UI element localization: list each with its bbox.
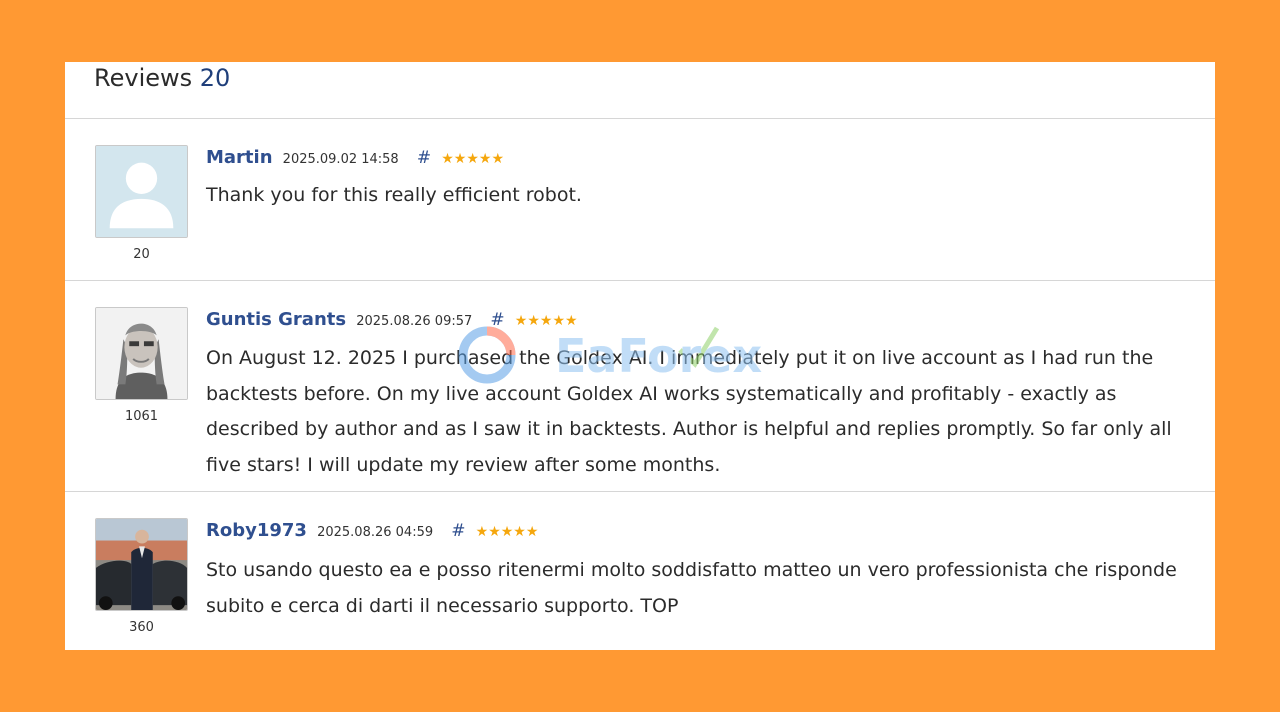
- author-link[interactable]: Roby1973: [206, 520, 307, 541]
- rating-stars: ★★★★★: [441, 151, 504, 167]
- review-item: 1061 Guntis Grants 2025.08.26 09:57 # ★★…: [65, 281, 1215, 492]
- permalink-hash[interactable]: #: [417, 148, 431, 168]
- review-meta: Guntis Grants 2025.08.26 09:57 # ★★★★★: [206, 309, 578, 330]
- rating-stars: ★★★★★: [475, 524, 539, 540]
- rating-stars: ★★★★★: [514, 313, 578, 329]
- reviews-title: Reviews 20: [94, 62, 230, 94]
- review-meta: Roby1973 2025.08.26 04:59 # ★★★★★: [206, 520, 538, 541]
- reviews-header: Reviews 20: [65, 62, 1215, 119]
- permalink-hash[interactable]: #: [451, 521, 465, 541]
- user-photo: [96, 519, 187, 610]
- review-item: 20 Martin 2025.09.02 14:58 # ★★★★★ Thank…: [65, 119, 1215, 281]
- avatar[interactable]: [95, 307, 188, 400]
- review-text: On August 12. 2025 I purchased the Golde…: [206, 347, 1172, 476]
- review-date: 2025.09.02 14:58: [282, 152, 399, 167]
- avatar-count: 360: [129, 620, 154, 635]
- reviews-title-label: Reviews: [94, 64, 193, 92]
- avatar-count: 20: [133, 247, 150, 262]
- review-text: Sto usando questo ea e posso ritenermi m…: [206, 559, 1177, 617]
- user-photo: [96, 308, 187, 399]
- permalink-hash[interactable]: #: [490, 310, 504, 330]
- default-user-icon: [96, 146, 187, 237]
- review-item: 360 Roby1973 2025.08.26 04:59 # ★★★★★ St…: [65, 492, 1215, 650]
- author-link[interactable]: Guntis Grants: [206, 309, 346, 330]
- avatar[interactable]: [95, 518, 188, 611]
- author-link[interactable]: Martin: [206, 147, 273, 168]
- reviews-count: 20: [199, 64, 231, 92]
- review-text: Thank you for this really efficient robo…: [206, 184, 582, 206]
- reviews-panel: Reviews 20 20 Martin 2025.09.02 14:58 # …: [65, 62, 1215, 650]
- review-date: 2025.08.26 09:57: [356, 314, 473, 329]
- avatar-count: 1061: [124, 409, 159, 424]
- review-meta: Martin 2025.09.02 14:58 # ★★★★★: [206, 147, 504, 168]
- avatar[interactable]: [95, 145, 188, 238]
- review-date: 2025.08.26 04:59: [317, 525, 434, 540]
